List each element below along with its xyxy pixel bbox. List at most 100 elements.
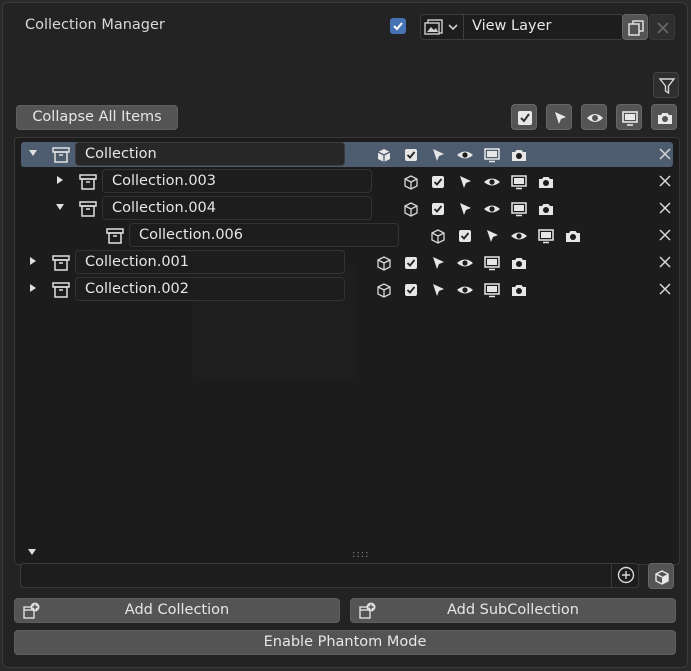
eye-icon[interactable] xyxy=(456,254,474,272)
cube-icon[interactable] xyxy=(375,254,393,272)
toggle-visibility-button[interactable] xyxy=(581,104,607,130)
cursor-select-icon[interactable] xyxy=(456,200,474,218)
eye-icon xyxy=(587,114,603,122)
collection-name-field[interactable]: Collection.001 xyxy=(75,250,345,274)
monitor-icon[interactable] xyxy=(510,173,528,191)
collection-name-field[interactable]: Collection.004 xyxy=(102,196,372,220)
eye-icon[interactable] xyxy=(456,146,474,164)
checkbox-icon[interactable] xyxy=(402,146,420,164)
search-button[interactable] xyxy=(611,563,640,588)
checkbox-icon[interactable] xyxy=(456,227,474,245)
monitor-icon[interactable] xyxy=(537,227,555,245)
checkbox-icon[interactable] xyxy=(402,254,420,272)
search-input[interactable] xyxy=(20,563,639,588)
monitor-icon[interactable] xyxy=(483,146,501,164)
close-icon xyxy=(657,22,669,34)
filter-button[interactable] xyxy=(653,72,679,98)
toggle-render-button[interactable] xyxy=(651,104,677,130)
add-subcollection-button[interactable]: Add SubCollection xyxy=(350,598,676,623)
view-layer-dropdown[interactable] xyxy=(421,15,464,39)
expand-list-icon[interactable] xyxy=(26,547,38,557)
camera-icon xyxy=(658,113,672,124)
checkbox-icon xyxy=(518,111,532,125)
add-subcollection-icon xyxy=(359,602,376,619)
checkbox-icon[interactable] xyxy=(429,173,447,191)
cursor-select-icon[interactable] xyxy=(483,227,501,245)
checkbox-icon[interactable] xyxy=(429,200,447,218)
monitor-icon[interactable] xyxy=(483,254,501,272)
collection-icon xyxy=(78,199,98,219)
monitor-icon[interactable] xyxy=(483,281,501,299)
expand-toggle-icon[interactable] xyxy=(27,282,39,294)
collection-tree[interactable]: Collection Collection.003 Collection.004 Co… xyxy=(14,137,680,565)
tree-row[interactable]: Collection.006 xyxy=(21,223,673,248)
eye-icon[interactable] xyxy=(456,281,474,299)
view-layer-name: View Layer xyxy=(472,18,552,34)
camera-icon[interactable] xyxy=(564,227,582,245)
collapse-toggle-icon[interactable] xyxy=(54,201,66,213)
camera-icon[interactable] xyxy=(537,200,555,218)
copy-view-layer-button[interactable] xyxy=(622,14,648,40)
checkbox-icon[interactable] xyxy=(402,281,420,299)
tree-row[interactable]: Collection.002 xyxy=(21,277,673,302)
cursor-select-icon[interactable] xyxy=(429,281,447,299)
collection-name-field[interactable]: Collection.006 xyxy=(129,223,399,247)
close-icon[interactable] xyxy=(657,254,673,270)
add-collection-button[interactable]: Add Collection xyxy=(14,598,340,623)
expand-toggle-icon[interactable] xyxy=(27,255,39,267)
toggle-select-button[interactable] xyxy=(546,104,572,130)
cursor-select-icon[interactable] xyxy=(456,173,474,191)
toggle-exclude-button[interactable] xyxy=(511,104,537,130)
monitor-icon[interactable] xyxy=(510,200,528,218)
camera-icon[interactable] xyxy=(510,281,528,299)
cube-icon[interactable] xyxy=(375,281,393,299)
camera-icon[interactable] xyxy=(510,146,528,164)
collection-manager-panel: Collection Manager View Layer Collapse A… xyxy=(2,2,688,668)
cursor-select-icon[interactable] xyxy=(429,254,447,272)
collection-icon xyxy=(78,172,98,192)
copy-icon xyxy=(628,20,644,36)
tree-row[interactable]: Collection.001 xyxy=(21,250,673,275)
cube-icon[interactable] xyxy=(429,227,447,245)
remove-view-layer-button[interactable] xyxy=(649,14,675,40)
collapse-toggle-icon[interactable] xyxy=(27,147,39,159)
cube-icon[interactable] xyxy=(402,173,420,191)
cube-icon[interactable] xyxy=(402,200,420,218)
collection-icon xyxy=(51,280,71,300)
add-subcollection-label: Add SubCollection xyxy=(446,602,579,618)
monitor-icon xyxy=(622,111,638,126)
isolate-button[interactable] xyxy=(648,563,674,589)
collapse-all-button[interactable]: Collapse All Items xyxy=(16,105,178,130)
close-icon[interactable] xyxy=(657,200,673,216)
collection-name-field[interactable]: Collection xyxy=(75,142,345,166)
image-icon xyxy=(424,19,458,35)
cursor-select-icon xyxy=(555,112,566,124)
view-layer-checkbox[interactable] xyxy=(390,18,406,34)
enable-phantom-mode-button[interactable]: Enable Phantom Mode xyxy=(14,630,676,655)
tree-row[interactable]: Collection xyxy=(21,142,673,167)
close-icon[interactable] xyxy=(657,146,673,162)
collection-icon xyxy=(105,226,125,246)
camera-icon[interactable] xyxy=(510,254,528,272)
cursor-select-icon[interactable] xyxy=(429,146,447,164)
resize-grip[interactable]: :::: xyxy=(352,549,369,560)
close-icon[interactable] xyxy=(657,173,673,189)
camera-icon[interactable] xyxy=(537,173,555,191)
eye-icon[interactable] xyxy=(510,227,528,245)
view-layer-field[interactable]: View Layer xyxy=(420,14,624,40)
collection-name-field[interactable]: Collection.003 xyxy=(102,169,372,193)
close-icon[interactable] xyxy=(657,227,673,243)
cube-icon[interactable] xyxy=(375,146,393,164)
close-icon[interactable] xyxy=(657,281,673,297)
expand-toggle-icon[interactable] xyxy=(54,174,66,186)
eye-icon[interactable] xyxy=(483,200,501,218)
tree-row[interactable]: Collection.004 xyxy=(21,196,673,221)
collection-name-field[interactable]: Collection.002 xyxy=(75,277,345,301)
filter-icon xyxy=(658,78,676,95)
add-collection-icon xyxy=(23,602,40,619)
eye-icon[interactable] xyxy=(483,173,501,191)
zoom-in-icon xyxy=(617,566,635,584)
add-collection-label: Add Collection xyxy=(124,602,230,618)
tree-row[interactable]: Collection.003 xyxy=(21,169,673,194)
toggle-viewport-button[interactable] xyxy=(616,104,642,130)
